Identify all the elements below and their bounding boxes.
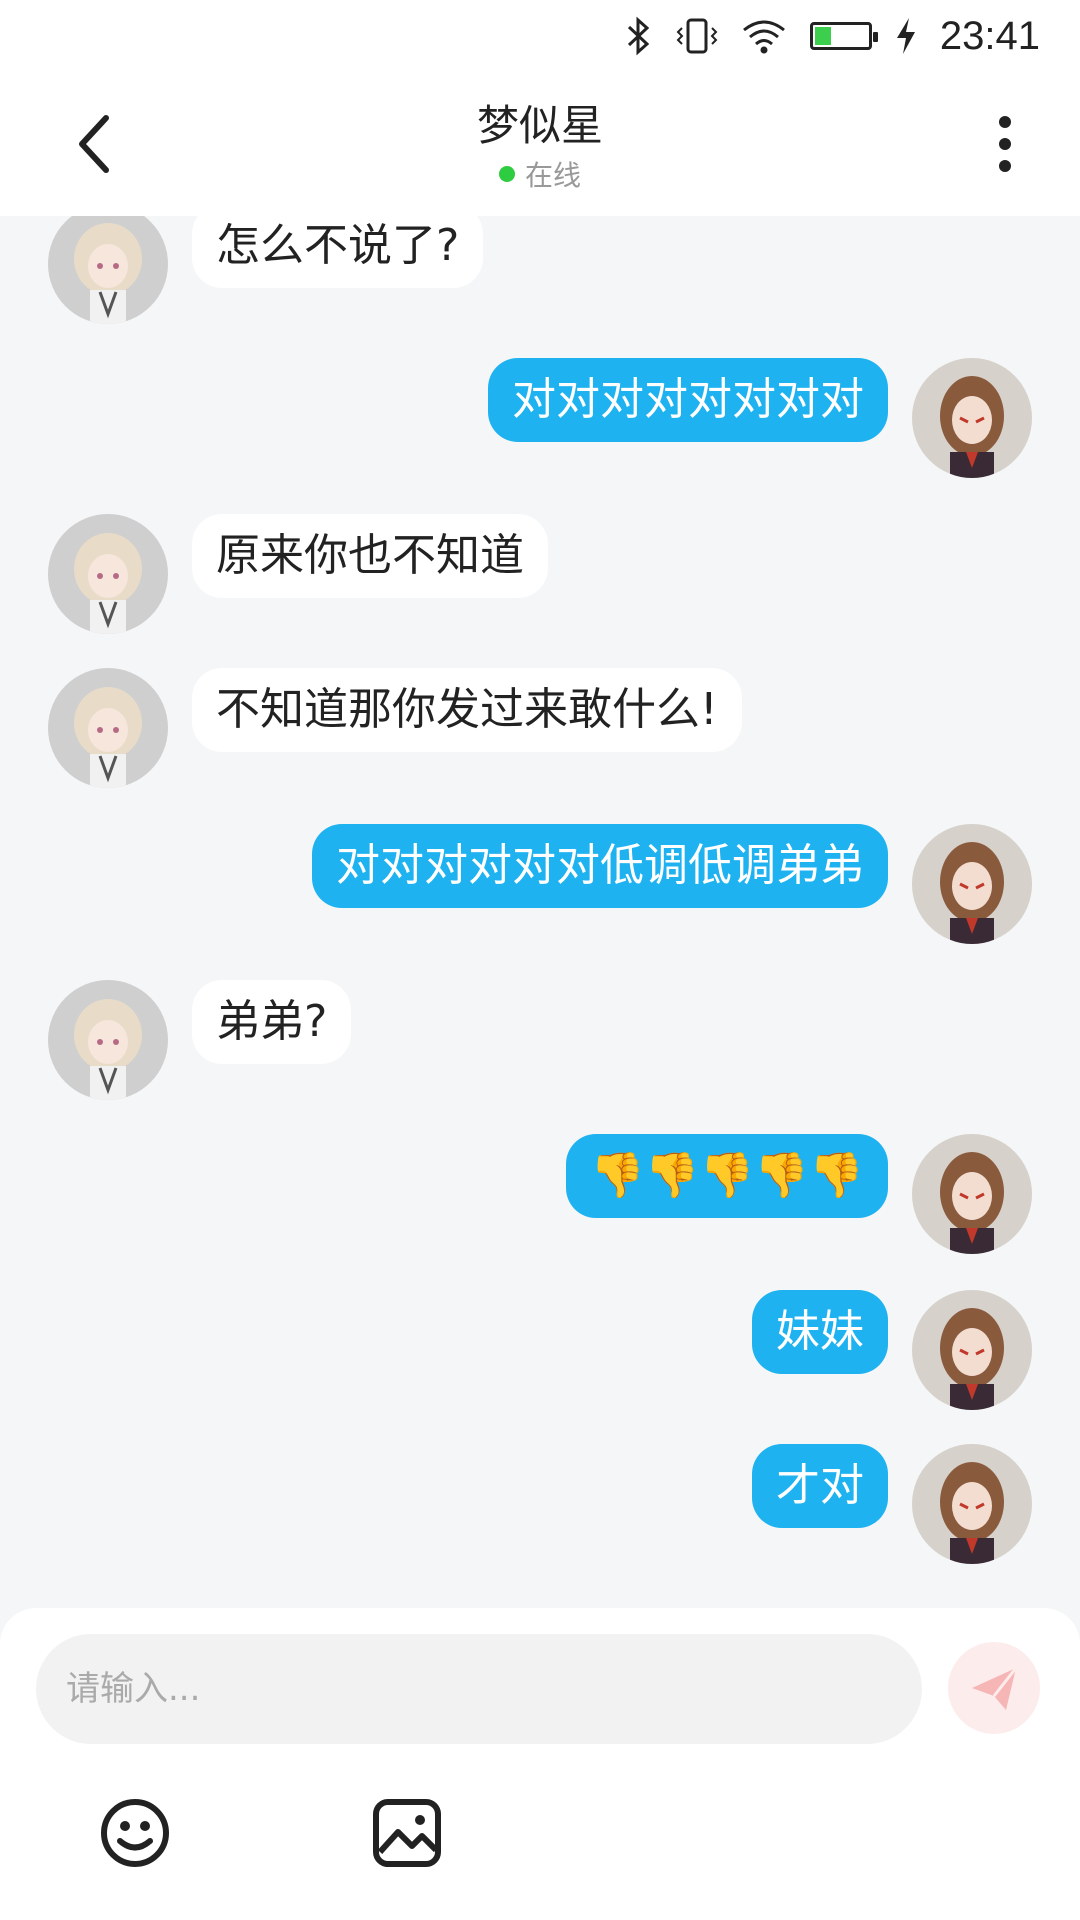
message-outgoing: 妹妹: [0, 1290, 1080, 1410]
online-dot: [498, 166, 515, 182]
contact-avatar[interactable]: [48, 514, 168, 634]
message-bubble[interactable]: 不知道那你发过来敢什么!: [192, 668, 742, 752]
message-input[interactable]: [36, 1634, 922, 1744]
contact-name: 梦似星: [476, 101, 603, 150]
message-incoming: 怎么不说了?: [0, 216, 1080, 324]
message-bubble[interactable]: 原来你也不知道: [192, 514, 548, 598]
message-bubble[interactable]: 怎么不说了?: [192, 216, 484, 288]
wifi-icon: [742, 20, 785, 54]
vibrate-icon: [676, 18, 718, 54]
battery-level: [814, 27, 831, 45]
self-avatar[interactable]: [912, 1290, 1032, 1410]
message-incoming: 原来你也不知道: [0, 514, 1080, 634]
more-vertical-icon[interactable]: [990, 114, 1020, 174]
message-bubble[interactable]: 对对对对对对低调低调弟弟: [312, 824, 888, 908]
smile-icon[interactable]: [98, 1796, 172, 1870]
online-status: 在线: [0, 154, 1080, 194]
status-bar: 23:41: [0, 0, 1080, 72]
send-icon: [972, 1667, 1018, 1710]
status-icons: 23:41: [624, 14, 1040, 58]
message-outgoing: 对对对对对对对对: [0, 358, 1080, 478]
online-status-label: 在线: [524, 159, 581, 192]
self-avatar[interactable]: [912, 1444, 1032, 1564]
image-icon[interactable]: [370, 1796, 444, 1870]
message-bubble[interactable]: 才对: [752, 1444, 888, 1528]
status-time: 23:41: [939, 13, 1040, 58]
message-bubble[interactable]: 对对对对对对对对: [488, 358, 888, 442]
message-incoming: 弟弟?: [0, 980, 1080, 1100]
bluetooth-icon: [627, 16, 650, 56]
chat-header: 梦似星 在线: [0, 72, 1080, 216]
contact-avatar[interactable]: [48, 216, 168, 324]
chat-message-list[interactable]: 怎么不说了? 对对对对对对对对 原来你也不知道 不知道那你发过来敢什么! 对对对…: [0, 216, 1080, 1612]
send-button[interactable]: [948, 1642, 1040, 1734]
message-bubble[interactable]: 👎👎👎👎👎: [566, 1134, 888, 1218]
self-avatar[interactable]: [912, 358, 1032, 478]
message-outgoing: 👎👎👎👎👎: [0, 1134, 1080, 1254]
battery-icon: [809, 22, 878, 50]
self-avatar[interactable]: [912, 824, 1032, 944]
contact-avatar[interactable]: [48, 980, 168, 1100]
contact-avatar[interactable]: [48, 668, 168, 788]
charging-icon: [896, 18, 915, 54]
self-avatar[interactable]: [912, 1134, 1032, 1254]
input-panel: [0, 1608, 1080, 1920]
message-outgoing: 才对: [0, 1444, 1080, 1564]
message-bubble[interactable]: 妹妹: [752, 1290, 888, 1374]
message-outgoing: 对对对对对对低调低调弟弟: [0, 824, 1080, 944]
message-incoming: 不知道那你发过来敢什么!: [0, 668, 1080, 788]
message-bubble[interactable]: 弟弟?: [192, 980, 352, 1064]
